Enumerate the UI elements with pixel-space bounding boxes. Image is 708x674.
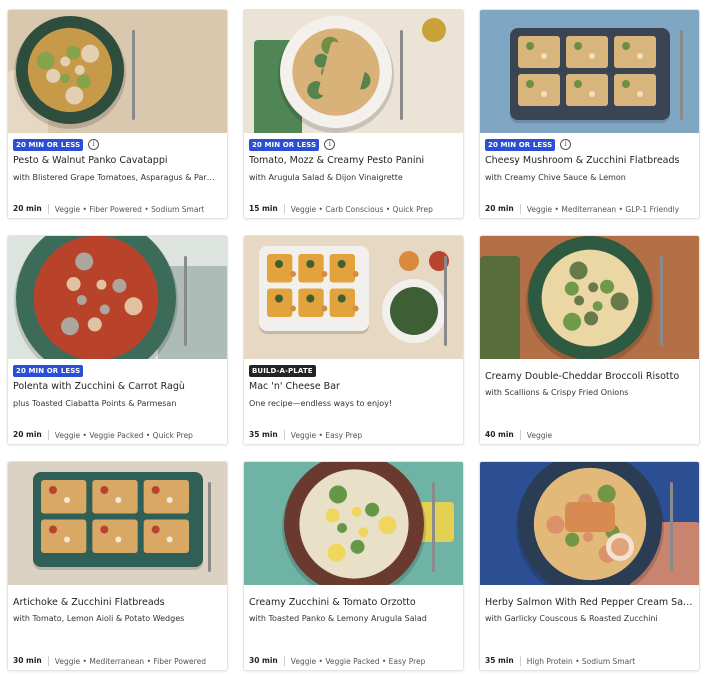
tag-badge: 20 MIN OR LESS (485, 138, 556, 151)
food-image (480, 10, 699, 133)
cook-time: 40 min (485, 430, 521, 440)
recipe-card-body: Herby Salmon With Red Pepper Cream Sauce… (480, 585, 699, 670)
food-image (244, 10, 463, 133)
badge-row: 20 MIN OR LESS i (249, 138, 336, 151)
badge-row: BUILD-A-PLATE (249, 364, 316, 377)
recipe-card-body: Creamy Zucchini & Tomato Orzotto with To… (244, 585, 463, 670)
recipe-card[interactable]: 20 MIN OR LESS Polenta with Zucchini & C… (7, 235, 228, 445)
recipe-card[interactable]: 20 MIN OR LESS i Tomato, Mozz & Creamy P… (243, 9, 464, 219)
recipe-title[interactable]: Tomato, Mozz & Creamy Pesto Panini (249, 155, 458, 166)
recipe-photo (244, 462, 463, 585)
recipe-title[interactable]: Mac 'n' Cheese Bar (249, 381, 458, 392)
recipe-photo (244, 10, 463, 133)
recipe-card-body: Artichoke & Zucchini Flatbreads with Tom… (8, 585, 227, 670)
tag-badge: 20 MIN OR LESS (249, 138, 320, 151)
recipe-card-body: 20 MIN OR LESS i Tomato, Mozz & Creamy P… (244, 133, 463, 218)
recipe-card-body: BUILD-A-PLATE Mac 'n' Cheese Bar One rec… (244, 359, 463, 444)
recipe-meta: 30 min Veggie • Mediterranean • Fiber Po… (13, 656, 222, 666)
recipe-title[interactable]: Artichoke & Zucchini Flatbreads (13, 597, 222, 608)
recipe-card-body: 20 MIN OR LESS Polenta with Zucchini & C… (8, 359, 227, 444)
recipe-tags: Veggie (526, 430, 553, 440)
cook-time: 15 min (249, 204, 285, 214)
recipe-meta: 35 min Veggie • Easy Prep (249, 430, 458, 440)
recipe-tags: Veggie • Carb Conscious • Quick Prep (290, 204, 433, 214)
recipe-card[interactable]: Creamy Zucchini & Tomato Orzotto with To… (243, 461, 464, 671)
recipe-photo (480, 10, 699, 133)
badge-row: 20 MIN OR LESS i (13, 138, 100, 151)
cook-time: 20 min (13, 430, 49, 440)
badge-row: 20 MIN OR LESS i (485, 138, 572, 151)
tag-badge: 20 MIN OR LESS (13, 138, 84, 151)
recipe-card[interactable]: Artichoke & Zucchini Flatbreads with Tom… (7, 461, 228, 671)
recipe-title[interactable]: Herby Salmon With Red Pepper Cream Sauce (485, 597, 694, 608)
cook-time: 35 min (249, 430, 285, 440)
info-icon[interactable]: i (88, 139, 100, 150)
recipe-photo (8, 236, 227, 359)
recipe-subtitle: with Arugula Salad & Dijon Vinaigrette (249, 173, 403, 182)
recipe-subtitle: with Creamy Chive Sauce & Lemon (485, 173, 626, 182)
recipe-photo (8, 10, 227, 133)
recipe-photo (480, 236, 699, 359)
tag-badge: 20 MIN OR LESS (13, 364, 84, 377)
recipe-subtitle: with Blistered Grape Tomatoes, Asparagus… (13, 173, 222, 182)
recipe-meta: 20 min Veggie • Veggie Packed • Quick Pr… (13, 430, 222, 440)
cook-time: 30 min (249, 656, 285, 666)
info-icon[interactable]: i (560, 139, 572, 150)
cook-time: 20 min (13, 204, 49, 214)
recipe-meta: 35 min High Protein • Sodium Smart (485, 656, 694, 666)
recipe-subtitle: with Tomato, Lemon Aioli & Potato Wedges (13, 614, 185, 623)
recipe-tags: High Protein • Sodium Smart (526, 656, 636, 666)
recipe-photo (8, 462, 227, 585)
recipe-photo (244, 236, 463, 359)
recipe-card[interactable]: Herby Salmon With Red Pepper Cream Sauce… (479, 461, 700, 671)
cook-time: 20 min (485, 204, 521, 214)
recipe-tags: Veggie • Mediterranean • GLP-1 Friendly (526, 204, 680, 214)
recipe-meta: 15 min Veggie • Carb Conscious • Quick P… (249, 204, 458, 214)
recipe-card[interactable]: BUILD-A-PLATE Mac 'n' Cheese Bar One rec… (243, 235, 464, 445)
recipe-subtitle: plus Toasted Ciabatta Points & Parmesan (13, 399, 177, 408)
recipe-card[interactable]: 20 MIN OR LESS i Pesto & Walnut Panko Ca… (7, 9, 228, 219)
food-image (480, 236, 699, 359)
info-icon[interactable]: i (324, 139, 336, 150)
recipe-tags: Veggie • Fiber Powered • Sodium Smart (54, 204, 205, 214)
food-image (244, 236, 463, 359)
recipe-meta: 30 min Veggie • Veggie Packed • Easy Pre… (249, 656, 458, 666)
recipe-card-body: Creamy Double-Cheddar Broccoli Risotto w… (480, 359, 699, 444)
recipe-card[interactable]: 20 MIN OR LESS i Cheesy Mushroom & Zucch… (479, 9, 700, 219)
badge-row: 20 MIN OR LESS (13, 364, 84, 377)
recipe-grid: 20 MIN OR LESS i Pesto & Walnut Panko Ca… (7, 9, 701, 671)
recipe-tags: Veggie • Veggie Packed • Quick Prep (54, 430, 193, 440)
food-image (480, 462, 699, 585)
recipe-photo (480, 462, 699, 585)
food-image (8, 462, 227, 585)
cook-time: 30 min (13, 656, 49, 666)
recipe-meta: 20 min Veggie • Mediterranean • GLP-1 Fr… (485, 204, 694, 214)
recipe-tags: Veggie • Easy Prep (290, 430, 363, 440)
recipe-meta: 20 min Veggie • Fiber Powered • Sodium S… (13, 204, 222, 214)
recipe-card-body: 20 MIN OR LESS i Pesto & Walnut Panko Ca… (8, 133, 227, 218)
recipe-title[interactable]: Creamy Double-Cheddar Broccoli Risotto (485, 371, 694, 382)
recipe-tags: Veggie • Mediterranean • Fiber Powered (54, 656, 206, 666)
food-image (8, 236, 227, 359)
recipe-title[interactable]: Pesto & Walnut Panko Cavatappi (13, 155, 222, 166)
food-image (8, 10, 227, 133)
tag-badge: BUILD-A-PLATE (249, 364, 316, 377)
recipe-tags: Veggie • Veggie Packed • Easy Prep (290, 656, 426, 666)
food-image (244, 462, 463, 585)
recipe-meta: 40 min Veggie (485, 430, 694, 440)
recipe-card-body: 20 MIN OR LESS i Cheesy Mushroom & Zucch… (480, 133, 699, 218)
recipe-subtitle: One recipe—endless ways to enjoy! (249, 399, 393, 408)
cook-time: 35 min (485, 656, 521, 666)
recipe-card[interactable]: Creamy Double-Cheddar Broccoli Risotto w… (479, 235, 700, 445)
recipe-subtitle: with Scallions & Crispy Fried Onions (485, 388, 629, 397)
recipe-title[interactable]: Polenta with Zucchini & Carrot Ragù (13, 381, 222, 392)
recipe-subtitle: with Garlicky Couscous & Roasted Zucchin… (485, 614, 658, 623)
recipe-title[interactable]: Cheesy Mushroom & Zucchini Flatbreads (485, 155, 694, 166)
recipe-title[interactable]: Creamy Zucchini & Tomato Orzotto (249, 597, 458, 608)
recipe-subtitle: with Toasted Panko & Lemony Arugula Sala… (249, 614, 427, 623)
